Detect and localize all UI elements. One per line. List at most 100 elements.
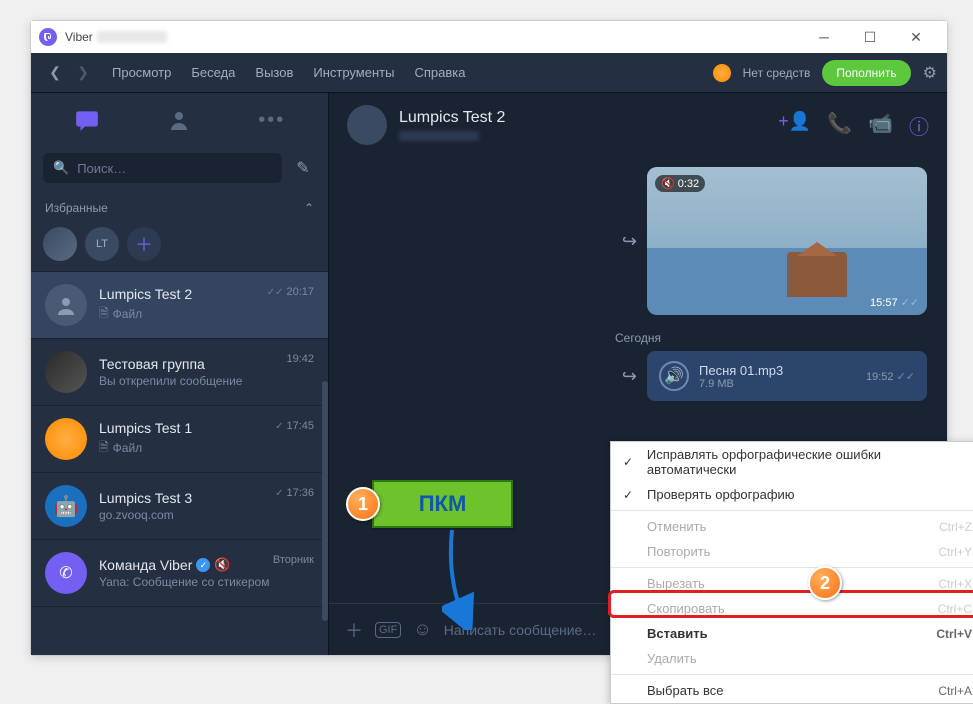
ctx-redo: ПовторитьCtrl+Y	[611, 539, 973, 564]
chat-time: Вторник	[273, 554, 314, 566]
ctx-undo: ОтменитьCtrl+Z	[611, 514, 973, 539]
scrollbar[interactable]	[322, 381, 328, 621]
ctx-paste[interactable]: ВставитьCtrl+V	[611, 621, 973, 646]
menubar: ❮ ❯ Просмотр Беседа Вызов Инструменты Сп…	[31, 53, 947, 93]
share-icon[interactable]: ↪	[622, 231, 637, 252]
favorites-label: Избранные	[45, 201, 108, 215]
nav-forward-icon[interactable]: ❯	[69, 59, 97, 87]
search-input[interactable]: 🔍 Поиск…	[43, 153, 282, 183]
voice-call-icon[interactable]: 📞	[827, 111, 852, 140]
menu-tools[interactable]: Инструменты	[313, 65, 394, 80]
header-title-block: Lumpics Test 2	[399, 109, 505, 141]
annotation-callout-1: 1 ПКМ	[346, 476, 513, 532]
side-tabs: •••	[31, 93, 328, 147]
header-name: Lumpics Test 2	[399, 109, 505, 127]
search-placeholder: Поиск…	[77, 161, 126, 176]
viber-icon	[39, 28, 57, 46]
window-controls: ─ ☐ ✕	[801, 21, 939, 53]
maximize-button[interactable]: ☐	[847, 21, 893, 53]
avatar: 🤖	[45, 485, 87, 527]
chat-time: ✓✓20:17	[267, 286, 314, 298]
video-timestamp: 15:57 ✓✓	[870, 296, 919, 309]
chat-item[interactable]: 🤖 Lumpics Test 3 go.zvooq.com ✓17:36	[31, 473, 328, 540]
favorites-header[interactable]: Избранные ⌃	[31, 193, 328, 223]
ctx-spell-auto[interactable]: ✓Исправлять орфографические ошибки автом…	[611, 442, 973, 482]
avatar	[45, 418, 87, 460]
chat-time: ✓17:45	[275, 420, 314, 432]
check-icon: ✓	[275, 421, 283, 432]
separator	[611, 674, 973, 675]
gear-icon[interactable]: ⚙	[923, 63, 937, 83]
orange-icon	[713, 64, 731, 82]
avatar	[45, 284, 87, 326]
audio-filename: Песня 01.mp3	[699, 363, 856, 378]
topup-button[interactable]: Пополнить	[822, 60, 910, 86]
chat-list[interactable]: Lumpics Test 2 🗎Файл ✓✓20:17 Тестовая гр…	[31, 271, 328, 655]
video-message[interactable]: 🔇0:32 15:57 ✓✓	[647, 167, 927, 315]
annotation-number-2: 2	[808, 566, 842, 600]
menu-help[interactable]: Справка	[414, 65, 465, 80]
audio-timestamp: 19:52 ✓✓	[866, 370, 915, 383]
info-icon[interactable]: ⓘ	[909, 111, 929, 140]
video-duration: 🔇0:32	[655, 175, 705, 192]
titlebar-blur	[97, 31, 167, 43]
share-icon[interactable]: ↪	[622, 366, 637, 387]
menu-items: Просмотр Беседа Вызов Инструменты Справк…	[112, 65, 465, 80]
check-icon: ✓	[623, 488, 641, 502]
ctx-spell-check[interactable]: ✓Проверять орфографию	[611, 482, 973, 507]
chat-item[interactable]: Lumpics Test 1 🗎Файл ✓17:45	[31, 406, 328, 473]
ctx-copy: СкопироватьCtrl+C	[611, 596, 973, 621]
tab-contacts-icon[interactable]	[160, 101, 198, 139]
tab-chats-icon[interactable]	[68, 101, 106, 139]
titlebar: Viber ─ ☐ ✕	[31, 21, 947, 53]
nav-back-icon[interactable]: ❮	[41, 59, 69, 87]
compose-icon[interactable]: ✎	[290, 158, 316, 178]
separator	[611, 567, 973, 568]
add-favorite-button[interactable]: ＋	[127, 227, 161, 261]
gif-icon[interactable]: GIF	[375, 622, 401, 638]
file-icon: 🗎	[99, 304, 109, 325]
close-button[interactable]: ✕	[893, 21, 939, 53]
audio-filesize: 7.9 MB	[699, 378, 856, 390]
audio-message[interactable]: 🔊 Песня 01.mp3 7.9 MB 19:52 ✓✓	[647, 351, 927, 401]
separator	[611, 510, 973, 511]
chat-sub: Вы открепили сообщение	[99, 374, 314, 388]
audio-file-icon: 🔊	[659, 361, 689, 391]
minimize-button[interactable]: ─	[801, 21, 847, 53]
check-icon: ✓	[623, 455, 641, 469]
chat-item[interactable]: Lumpics Test 2 🗎Файл ✓✓20:17	[31, 272, 328, 339]
header-actions: +👤 📞 📹 ⓘ	[778, 111, 929, 140]
annotation-arrow-icon	[442, 530, 482, 630]
volume-muted-icon: 🔇	[661, 177, 675, 190]
sticker-icon[interactable]: ☺	[413, 619, 431, 640]
menu-call[interactable]: Вызов	[255, 65, 293, 80]
chevron-up-icon: ⌃	[304, 201, 314, 215]
verified-icon: ✓	[196, 558, 210, 572]
ctx-cut: ВырезатьCtrl+X	[611, 571, 973, 596]
chat-name: Тестовая группа	[99, 356, 314, 372]
balance-text: Нет средств	[743, 66, 811, 80]
titlebar-text: Viber	[65, 30, 93, 44]
chat-time: ✓17:36	[275, 487, 314, 499]
ctx-select-all[interactable]: Выбрать всеCtrl+A	[611, 678, 973, 703]
menu-right: Нет средств Пополнить ⚙	[713, 60, 937, 86]
favorite-avatar-1[interactable]	[43, 227, 77, 261]
muted-icon: 🔇	[214, 557, 230, 573]
chat-time: 19:42	[286, 353, 314, 365]
chat-sub: 🗎Файл	[99, 438, 314, 459]
chat-item[interactable]: ✆ Команда Viber ✓ 🔇 Yana: Сообщение со с…	[31, 540, 328, 607]
chat-item[interactable]: Тестовая группа Вы открепили сообщение 1…	[31, 339, 328, 406]
search-icon: 🔍	[53, 160, 69, 176]
chat-sub: 🗎Файл	[99, 304, 314, 325]
video-call-icon[interactable]: 📹	[868, 111, 893, 140]
favorites-row: LT ＋	[31, 223, 328, 271]
chat-info: Тестовая группа Вы открепили сообщение	[99, 356, 314, 388]
audio-info: Песня 01.mp3 7.9 MB	[699, 363, 856, 390]
attach-icon[interactable]: ＋	[345, 617, 363, 643]
menu-chat[interactable]: Беседа	[191, 65, 235, 80]
favorite-avatar-2[interactable]: LT	[85, 227, 119, 261]
tab-more-icon[interactable]: •••	[253, 101, 291, 139]
menu-view[interactable]: Просмотр	[112, 65, 171, 80]
add-contact-icon[interactable]: +👤	[778, 111, 811, 140]
header-avatar[interactable]	[347, 105, 387, 145]
